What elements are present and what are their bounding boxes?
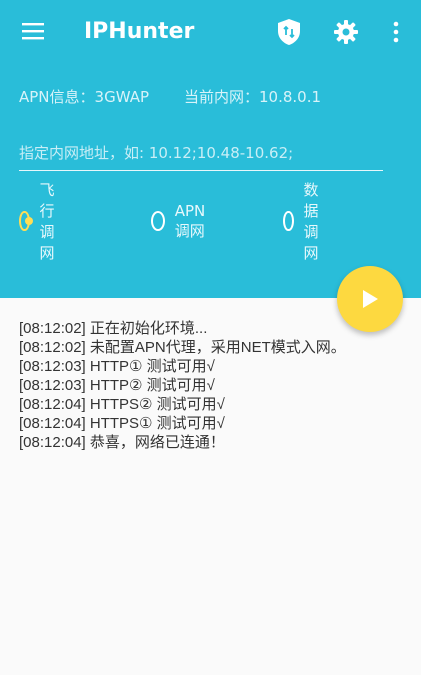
log-output: [08:12:02] 正在初始化环境... [08:12:02] 未配置APN代… xyxy=(19,319,409,452)
mode-label: 数据调网 xyxy=(303,181,319,262)
mode-radio-airplane[interactable]: 飞行调网 xyxy=(19,181,64,262)
toolbar: IPHunter xyxy=(0,0,421,64)
more-vertical-icon xyxy=(393,21,399,43)
radio-unchecked-icon xyxy=(151,211,165,231)
radio-checked-icon xyxy=(19,211,33,231)
gear-icon xyxy=(334,20,358,44)
log-line: [08:12:04] HTTPS② 测试可用√ xyxy=(19,396,225,413)
settings-button[interactable] xyxy=(333,19,359,45)
log-line: [08:12:04] 恭喜，网络已连通！ xyxy=(19,434,225,451)
log-line: [08:12:03] HTTP① 测试可用√ xyxy=(19,358,215,375)
intranet-info-text: 当前内网：10.8.0.1 xyxy=(184,88,322,106)
shield-icon xyxy=(278,19,300,45)
app-title: IPHunter xyxy=(84,19,195,44)
mode-radio-apn[interactable]: APN调网 xyxy=(151,202,212,240)
hamburger-menu-icon xyxy=(22,23,44,40)
mode-label: APN调网 xyxy=(174,201,206,240)
play-icon xyxy=(363,290,378,308)
log-line: [08:12:03] HTTP② 测试可用√ xyxy=(19,377,215,394)
overflow-menu-button[interactable] xyxy=(386,20,406,44)
log-line: [08:12:02] 未配置APN代理，采用NET模式入网。 xyxy=(19,339,346,356)
log-line: [08:12:02] 正在初始化环境... xyxy=(19,320,208,337)
intranet-range-input[interactable] xyxy=(19,136,383,171)
menu-button[interactable] xyxy=(22,21,46,41)
vpn-shield-button[interactable] xyxy=(276,18,302,46)
radio-unchecked-icon xyxy=(283,211,294,231)
mode-radio-data[interactable]: 数据调网 xyxy=(283,181,328,262)
apn-info-text: APN信息：3GWAP xyxy=(19,88,150,106)
header-panel: IPHunter APN信息：3GWAP 当前内网：10.8.0.1 指定内网地… xyxy=(0,0,421,298)
log-line: [08:12:04] HTTPS① 测试可用√ xyxy=(19,415,225,432)
mode-label: 飞行调网 xyxy=(39,181,55,262)
